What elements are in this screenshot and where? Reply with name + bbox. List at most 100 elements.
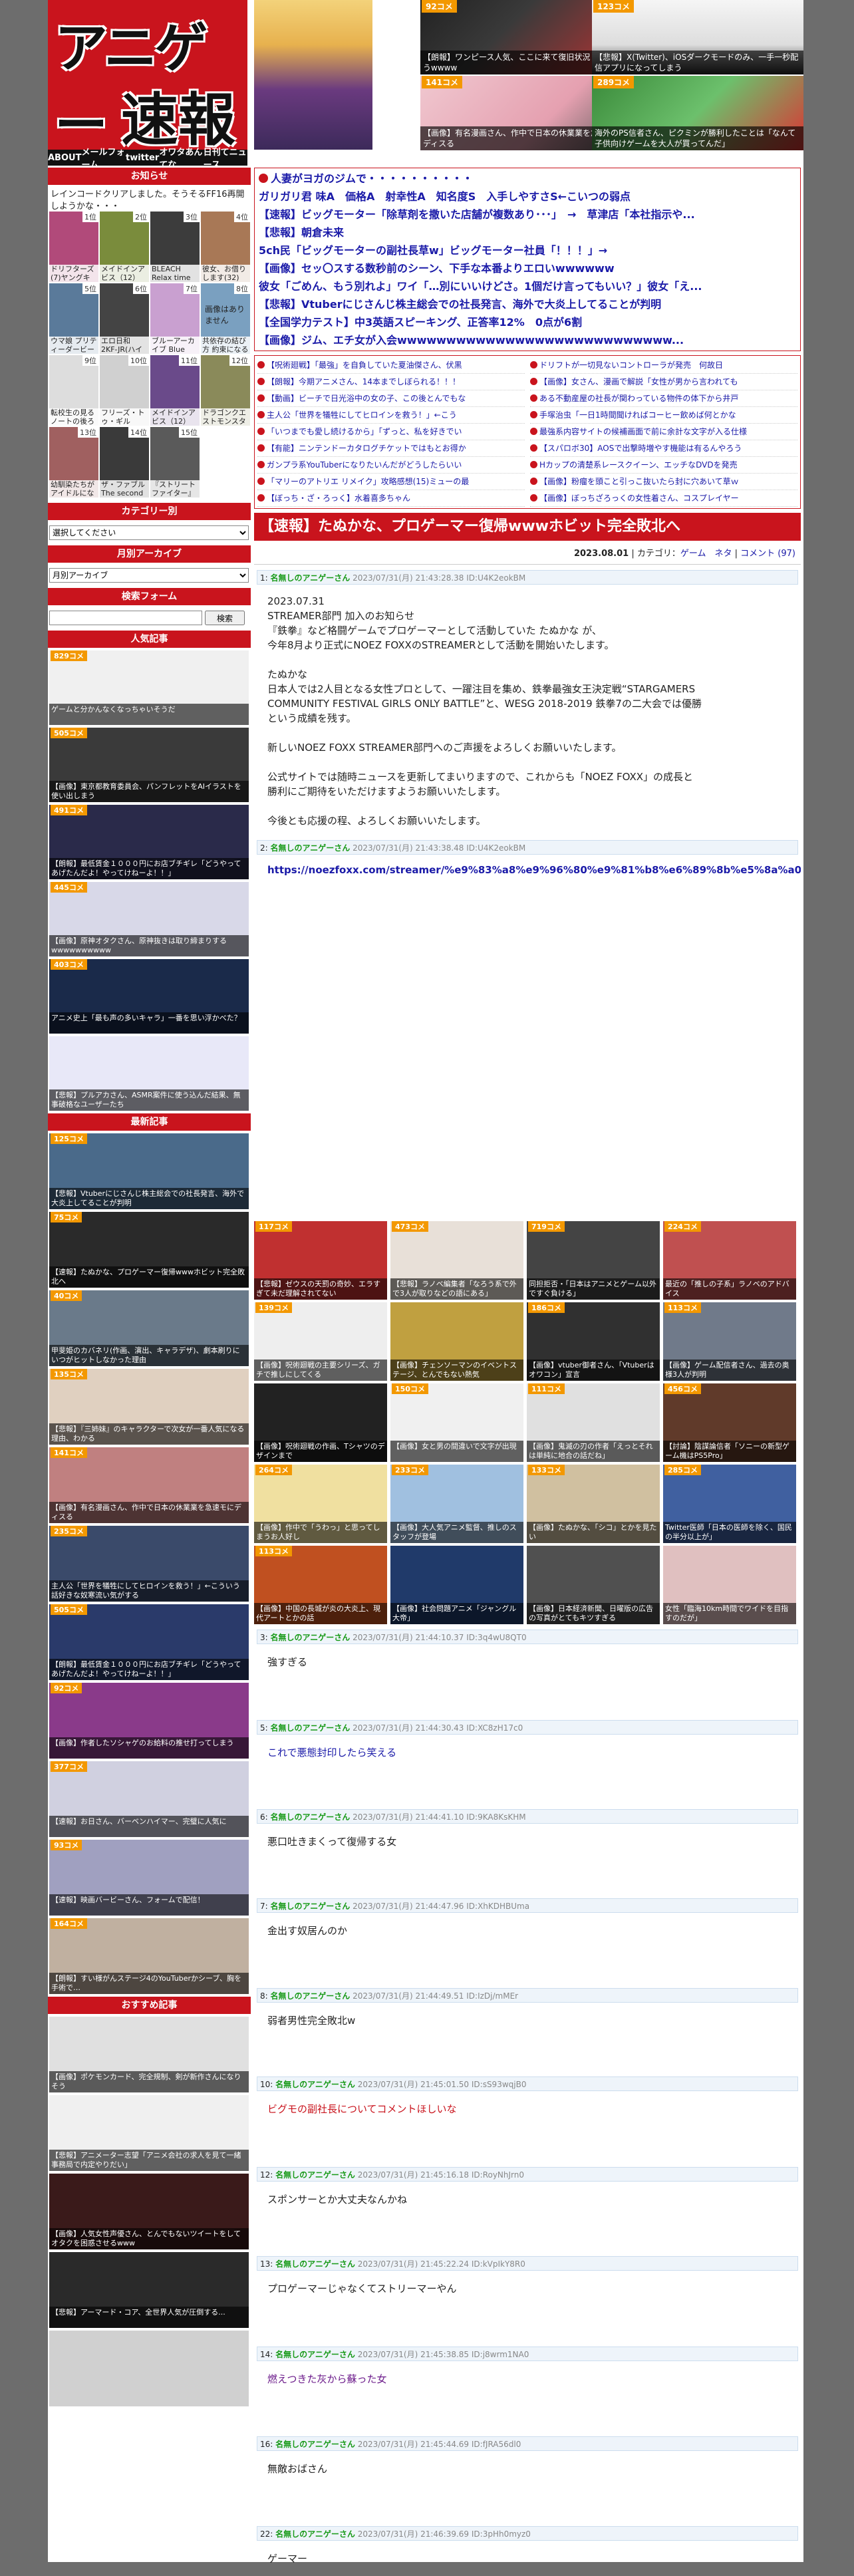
top-link-item[interactable]: 【速報】ビッグモーター「除草剤を撒いた店舗が複数あり･･･」 → 草津店「本社指… (259, 206, 796, 223)
search-input[interactable] (49, 611, 202, 625)
latest-item[interactable]: 75コメ 【速報】たぬかな、プロゲーマー復帰wwwホビット完全敗北へ (49, 1212, 249, 1288)
grid-article[interactable]: 186コメ 【画像】vtuber御者さん、「Vtuberはオワコン」宣言 (527, 1302, 660, 1381)
antenna-link[interactable]: 【スパロボ30】AOSで出撃時増やす機能は有るんやろう (530, 440, 797, 457)
ranking-item[interactable]: 5位 ウマ娘 プリティーダービー (49, 283, 98, 354)
latest-item[interactable]: 40コメ 甲斐姫のカバネリ(作画、演出、キャラデザ)、劇本刷りにいつがヒットしなか… (49, 1290, 249, 1366)
grid-article[interactable]: 女性「臨海10km時間でワイドを目指すのだが」 (663, 1546, 796, 1624)
article-title[interactable]: 【速報】たぬかな、プロゲーマー復帰wwwホビット完全敗北へ (254, 513, 801, 541)
grid-article[interactable]: 473コメ 【悲報】ラノベ編集者「なろう系で外で3人が取りなどの語にある」 (390, 1221, 523, 1300)
ranking-item[interactable]: 1位ドリフターズ(7)ヤングキング (49, 212, 98, 282)
archive-select[interactable]: 月別アーカイブ (49, 568, 249, 583)
grid-article[interactable]: 150コメ 【画像】女と男の間違いで文字が出現 (390, 1383, 523, 1462)
article-comment-link[interactable]: コメント (97) (740, 549, 795, 559)
grid-article[interactable]: 【画像】呪術廻戦の作画、Tシャツのデザインまで (254, 1383, 387, 1462)
ranking-item[interactable]: 8位 共依存の結び方 約束になる 画像はありません (201, 283, 250, 354)
top-link-item[interactable]: 【悲報】Vtuberにじさんじ株主総会での社長発言、海外で大炎上してることが判明 (259, 295, 796, 313)
top-link-item[interactable]: 彼女「ごめん、もう別れよ」ワイ「…別にいいけどさ。1個だけ言ってもいい？」彼女「… (259, 277, 796, 295)
latest-item[interactable]: 235コメ 主人公「世界を犠牲にしてヒロインを救う！」←こういう話好きな奴寒流い気… (49, 1526, 249, 1602)
latest-item[interactable]: 141コメ 【画像】有名漫画さん、作中で日本の休業業を急速モにディスる (49, 1447, 249, 1523)
nav-mailform[interactable]: メールフォーム (81, 145, 126, 170)
nav-twitter[interactable]: twitter (126, 153, 159, 163)
antenna-link[interactable]: 【動画】ビーチで日光浴中の女の子、この後とんでもな (257, 390, 525, 407)
ranking-item[interactable]: 7位 ブルーアーカイブ Blue (150, 283, 200, 354)
grid-article[interactable]: 111コメ 【画像】鬼滅の刃の作者「えっとそれは単純に地合の話だね」 (527, 1383, 660, 1462)
recommend-item[interactable]: 【悲報】アニメーター志望「アニメ会社の求人を見て一緒事務局で内定やりだい」 (49, 2095, 249, 2171)
top-link-item[interactable]: 5ch民「ビッグモーターの副社長草w」ビッグモーター社員「！！！」→ (259, 241, 796, 259)
article-category-links[interactable]: ゲーム ネタ (680, 549, 732, 559)
source-link[interactable]: https://noezfoxx.com/streamer/%e9%83%a8%… (254, 855, 801, 885)
recommend-item[interactable] (49, 2331, 249, 2406)
popular-item[interactable]: 445コメ 【画像】原神オタクさん、原神抜きは取り締まりするwwwwwwwwww (49, 882, 249, 956)
antenna-link[interactable]: 【画像】ぼっちざろっくの女性着さん、コスプレイヤー (530, 490, 797, 507)
grid-article[interactable]: 233コメ 【画像】大人気アニメ監督、推しのスタッフが登場 (390, 1465, 523, 1543)
recommend-item[interactable]: 【画像】人気女性声優さん、とんでもないツイートをしてオタクを困惑させるwww (49, 2174, 249, 2249)
ranking-item[interactable]: 10位 フリーズ・トゥ・ギル (100, 355, 149, 426)
ranking-item[interactable]: 2位メイドインアビス（12）(バンブー (100, 212, 149, 282)
popular-item[interactable]: 505コメ 【画像】東京都教育委員会、パンフレットをAIイラストを使い出しまう (49, 728, 249, 802)
antenna-link[interactable]: 【画像】粉瘤を頭こと引っこ抜いたら封に穴あいて草ｗ (530, 474, 797, 490)
site-logo[interactable]: アニゲー 速報 (48, 0, 247, 150)
header-thumb-4[interactable]: 289コメ 海外のPS信者さん、ピクミンが勝利したことは「なんて子供向けゲームを… (592, 76, 803, 150)
grid-article[interactable]: 456コメ 【討論】陰謀論信者「ソニーの新型ゲーム機はPS5Pro」 (663, 1383, 796, 1462)
latest-item[interactable]: 164コメ 【朗報】すい様がんステージ4のYouTuberかシーブ、胸を手術で… (49, 1918, 249, 1994)
grid-article[interactable]: 【画像】社会問題アニメ「ジャングル大帝」 (390, 1546, 523, 1624)
antenna-link[interactable]: 【画像】女さん、漫画で解説「女性が男から言われても (530, 374, 797, 390)
grid-article[interactable]: 113コメ 【画像】中国の長城が炎の大炎上、現代アートとかの話 (254, 1546, 387, 1624)
search-button[interactable]: 検索 (205, 611, 245, 625)
grid-article[interactable]: 139コメ 【画像】呪術廻戦の主要シリーズ、ガチで推しにしてくる (254, 1302, 387, 1381)
latest-item[interactable]: 93コメ 【速報】映画バービーさん、フォームで配信！ (49, 1840, 249, 1916)
grid-article[interactable]: 285コメ Twitter医師「日本の医師を除く、国民の半分以上が」 (663, 1465, 796, 1543)
ranking-item[interactable]: 12位ドラゴンクエストモンスターズ (201, 355, 250, 426)
top-link-item[interactable]: 【画像】セッ〇スする数秒前のシーン、下手な本番よりエロいwwwwww (259, 259, 796, 277)
antenna-link[interactable]: ある不動産屋の社長が関わっている物件の体下から井戸 (530, 390, 797, 407)
category-select[interactable]: 選択してください (49, 525, 249, 540)
antenna-link[interactable]: ドリフトが一切見ないコントローラが発売 何故日 (530, 357, 797, 374)
grid-article[interactable]: 117コメ 【悲報】ゼウスの天罰の奇妙、エラすぎて未だ理解されてない (254, 1221, 387, 1300)
antenna-link[interactable]: 最強系内容サイトの候補画面で前に余計な文字が入る仕様 (530, 424, 797, 440)
grid-article[interactable]: 113コメ 【画像】ゲーム配信者さん、過去の奥様3人が判明 (663, 1302, 796, 1381)
top-link-item[interactable]: 人妻がヨガのジムで・・・・・・・・・・ (259, 170, 796, 188)
top-link-item[interactable]: 【全国学力テスト】中3英語スピーキング、正答率12% 0点が6割 (259, 313, 796, 331)
nav-nikkan-news[interactable]: 日刊てニュース (204, 145, 247, 170)
grid-article[interactable]: 224コメ 最近の「推しの子系」ラノベのアドバイス (663, 1221, 796, 1300)
ranking-item[interactable]: 6位エロ日和 2KF-JR(ハイブリッドビーコミックス) (100, 283, 149, 354)
antenna-link[interactable]: 【朗報】今期アニメさん、14本までしぼられる！！！ (257, 374, 525, 390)
latest-item[interactable]: 125コメ 【悲報】Vtuberにじさんじ株主総会での社長発言、海外で大炎上してる… (49, 1133, 249, 1209)
ranking-item[interactable]: 14位 ザ・ファブル The second (100, 427, 149, 498)
nav-owata-antenna[interactable]: オワタあんてな (159, 145, 203, 170)
header-thumb-2[interactable]: 123コメ 【悲報】X(Twitter)、iOSダークモードのみ、一手一秒配信ア… (592, 0, 803, 74)
antenna-link[interactable]: 手塚治虫「一日1時間聞ければコーヒー飲めば何とかな (530, 407, 797, 424)
grid-article[interactable]: 719コメ 同担拒否・「日本はアニメとゲーム以外ですぐ負ける」 (527, 1221, 660, 1300)
popular-item[interactable]: 829コメ ゲームと分かんなくなっちゃいそうだ (49, 650, 249, 725)
popular-item[interactable]: 【悲報】プルアカさん、ASMR案件に使う込んだ結果、無事破格なユーザーたち (49, 1036, 249, 1111)
nav-about[interactable]: ABOUT (48, 153, 81, 163)
ranking-item[interactable]: 13位幼馴染たちがアイドルになる (49, 427, 98, 498)
ranking-item[interactable]: 9位 転校生の見る ノートの後ろ (49, 355, 98, 426)
latest-item[interactable]: 377コメ 【速報】お日さん、バーベンハイマー、完璧に人気に (49, 1761, 249, 1837)
antenna-link[interactable]: 【有能】ニンテンドーカタログチケットではもとお得か (257, 440, 525, 457)
antenna-link[interactable]: 「いつまでも愛し続けるから」「ずっと、私を好きでい (257, 424, 525, 440)
top-link-item[interactable]: 【悲報】朝倉未来 (259, 223, 796, 241)
antenna-link[interactable]: Hカップの清楚系レースクイーン、エッチなDVDを発売 (530, 457, 797, 474)
popular-item[interactable]: 491コメ 【朗報】最低賃金１０００円にお店ブチギレ「どうやってあげたんだよ！やっ… (49, 805, 249, 879)
top-link-item[interactable]: ガリガリ君 味A 価格A 射幸性A 知名度S 入手しやすさS←こいつの弱点 (259, 188, 796, 206)
grid-article[interactable]: 【画像】チェンソーマンのイベントステージ、とんでもない熱気 (390, 1302, 523, 1381)
ranking-item[interactable]: 4位 彼女、お借りします(32) (201, 212, 250, 282)
popular-item[interactable]: 403コメ アニメ史上「最も声の多いキャラ」一番を思い浮かべた？ (49, 959, 249, 1034)
recommend-item[interactable]: 【悲報】アーマード・コア、全世界人気が圧倒する... (49, 2252, 249, 2328)
grid-article[interactable]: 264コメ 【画像】作中で「うわっ」と思ってしまうお人好し (254, 1465, 387, 1543)
antenna-link[interactable]: ガンプラ系YouTuberになりたいんだがどうしたらいい (257, 457, 525, 474)
grid-article[interactable]: 133コメ 【画像】たぬかな、「シコ」とかを見たい (527, 1465, 660, 1543)
antenna-link[interactable]: 【ぼっち・ざ・ろっく】水着喜多ちゃん (257, 490, 525, 507)
ranking-item[interactable]: 15位 『ストリートファイター』 (150, 427, 200, 498)
recommend-item[interactable]: 【画像】ポケモンカード、完全規制、剣が新作さんになりそう (49, 2017, 249, 2092)
antenna-link[interactable]: 「マリーのアトリエ リメイク」攻略感想(15)ミューの最 (257, 474, 525, 490)
antenna-link[interactable]: 【呪術廻戦】「最強」を自負していた夏油傑さん、伏黒 (257, 357, 525, 374)
top-link-item[interactable]: 【画像】ジム、エチ女が入会wwwwwwwwwwwwwwwwwwwwwwwwwww… (259, 331, 796, 349)
grid-article[interactable]: 【画像】日本経済新聞、日曜版の広告の写真がとてもキツすぎる (527, 1546, 660, 1624)
latest-item[interactable]: 135コメ 【悲報】『三姉妹』のキャラクターで次女が一番人気になる理由、わかる (49, 1369, 249, 1445)
ranking-item[interactable]: 3位 BLEACH Relax time 百鬼夜行 (150, 212, 200, 282)
latest-item[interactable]: 505コメ 【朗報】最低賃金１０００円にお店ブチギレ「どうやってあげたんだよ！やっ… (49, 1604, 249, 1680)
ranking-item[interactable]: 11位 メイドインアビス（12） (150, 355, 200, 426)
latest-item[interactable]: 92コメ 【画像】作者したソシャゲのお給料の推せ打ってしまう (49, 1683, 249, 1759)
